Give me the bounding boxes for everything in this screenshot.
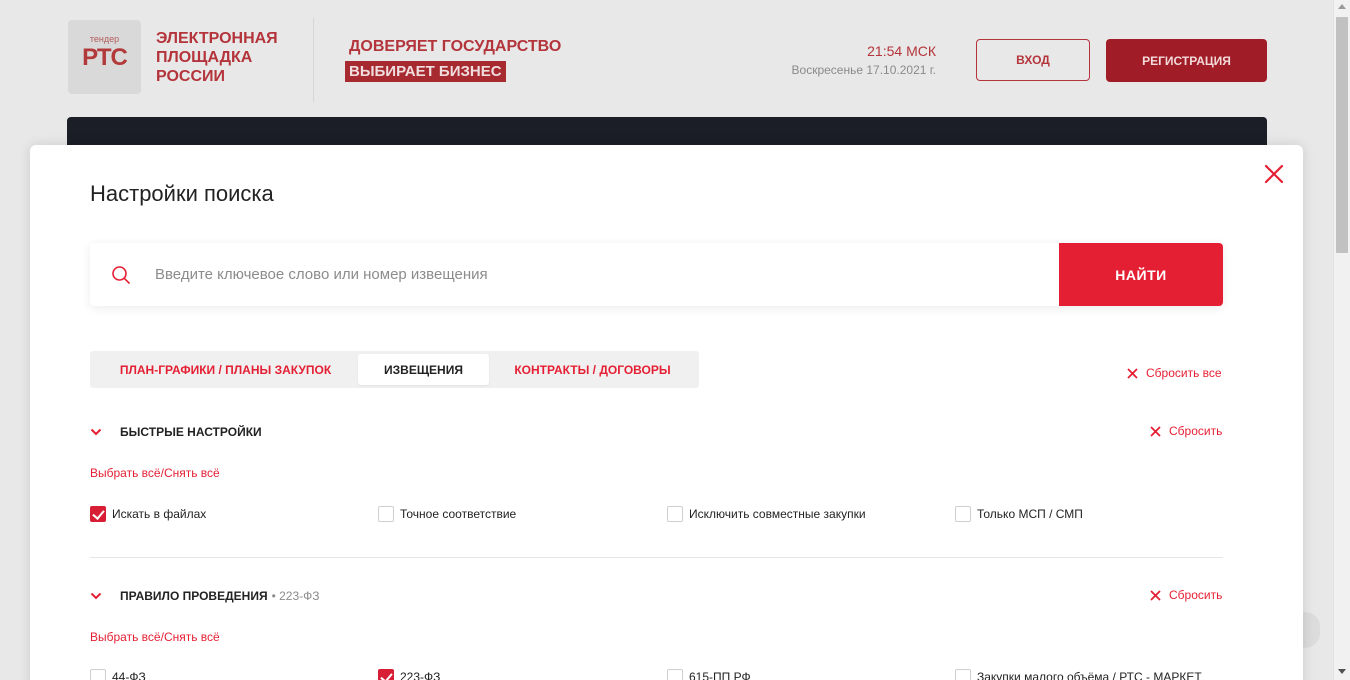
section-title: БЫСТРЫЕ НАСТРОЙКИ [120,425,262,439]
chevron-down-icon [90,428,102,436]
select-all-link[interactable]: Выбрать всё [90,630,161,644]
reset-section-link[interactable]: Сбросить [1150,588,1222,602]
checkbox-label: Только МСП / СМП [977,507,1083,521]
checkbox-exact-match[interactable]: Точное соответствие [378,506,516,522]
current-date: Воскресенье 17.10.2021 г. [791,63,936,77]
search-bar: НАЙТИ [90,243,1223,306]
checkbox[interactable] [90,669,106,680]
reset-all-label: Сбросить все [1146,366,1222,380]
site-logo[interactable]: тендер РТС [68,20,141,94]
checkbox-label: Точное соответствие [400,507,517,521]
close-icon [1150,589,1161,601]
checkbox-label: 223-ФЗ [400,670,441,680]
close-icon [1150,425,1161,437]
brand-line-1: ЭЛЕКТРОННАЯ [156,30,278,47]
section-subtitle: • 223-ФЗ [271,589,320,603]
tab-notices[interactable]: ИЗВЕЩЕНИЯ [358,354,489,385]
checkbox-checked[interactable] [90,506,106,522]
section-divider [90,557,1223,558]
category-tabs: ПЛАН-ГРАФИКИ / ПЛАНЫ ЗАКУПОК ИЗВЕЩЕНИЯ К… [90,351,699,388]
brand-line-2: ПЛОЩАДКА [156,49,253,66]
section-procurement-rule-header[interactable]: ПРАВИЛО ПРОВЕДЕНИЯ • 223-ФЗ [90,589,320,603]
checkbox-only-smp[interactable]: Только МСП / СМП [955,506,1083,522]
checkbox[interactable] [667,506,683,522]
page-scrollbar[interactable] [1333,0,1350,680]
reset-all-link[interactable]: Сбросить все [1127,366,1222,380]
section-quick-settings-header[interactable]: БЫСТРЫЕ НАСТРОЙКИ [90,425,262,439]
deselect-all-link[interactable]: Снять всё [164,630,220,644]
checkbox-checked[interactable] [378,669,394,680]
checkbox[interactable] [378,506,394,522]
tab-plans[interactable]: ПЛАН-ГРАФИКИ / ПЛАНЫ ЗАКУПОК [93,354,358,385]
slogan-line-1: ДОВЕРЯЕТ ГОСУДАРСТВО [349,38,562,55]
search-settings-modal: Настройки поиска НАЙТИ ПЛАН-ГРАФИКИ / ПЛ… [30,145,1303,680]
select-deselect-all: Выбрать всё/Снять всё [90,466,220,480]
checkbox-label: Закупки малого объёма / РТС - МАРКЕТ [977,670,1202,680]
checkbox-44fz[interactable]: 44-ФЗ [90,669,146,680]
current-time: 21:54 МСК [867,43,936,59]
reset-label: Сбросить [1169,588,1223,602]
quick-settings-options: Искать в файлах Точное соответствие Искл… [90,506,1223,524]
section-title: ПРАВИЛО ПРОВЕДЕНИЯ [120,589,268,603]
checkbox-search-in-files[interactable]: Искать в файлах [90,506,206,522]
scroll-thumb[interactable] [1336,17,1348,253]
reset-label: Сбросить [1169,424,1223,438]
tab-contracts[interactable]: КОНТРАКТЫ / ДОГОВОРЫ [492,354,693,385]
deselect-all-link[interactable]: Снять всё [164,466,220,480]
brand-name: ЭЛЕКТРОННАЯ ПЛОЩАДКА РОССИИ [156,29,278,86]
modal-title: Настройки поиска [90,181,274,206]
chevron-down-icon [90,592,102,600]
procurement-rule-options: 44-ФЗ 223-ФЗ 615-ПП РФ Закупки малого об… [90,669,1223,680]
login-button[interactable]: ВХОД [976,39,1090,81]
checkbox-small-volume[interactable]: Закупки малого объёма / РТС - МАРКЕТ [955,669,1202,680]
select-all-link[interactable]: Выбрать всё [90,466,161,480]
scroll-up-arrow-icon[interactable] [1338,4,1346,9]
reset-section-link[interactable]: Сбросить [1150,424,1222,438]
search-input[interactable] [155,259,1045,289]
scroll-down-arrow-icon[interactable] [1338,669,1346,674]
header-divider [313,18,314,102]
select-deselect-all: Выбрать всё/Снять всё [90,630,220,644]
checkbox-label: Искать в файлах [112,507,207,521]
checkbox[interactable] [667,669,683,680]
close-icon[interactable] [1262,162,1286,186]
checkbox-223fz[interactable]: 223-ФЗ [378,669,440,680]
checkbox-label: 615-ПП РФ [689,670,751,680]
slogan-line-2: ВЫБИРАЕТ БИЗНЕС [345,61,506,82]
search-icon [112,266,130,284]
checkbox-label: 44-ФЗ [112,670,146,680]
logo-small-text: тендер [89,34,120,44]
checkbox[interactable] [955,669,971,680]
find-button[interactable]: НАЙТИ [1059,243,1223,306]
checkbox-label: Исключить совместные закупки [689,507,866,521]
checkbox-exclude-joint[interactable]: Исключить совместные закупки [667,506,866,522]
logo-big-text: РТС [82,44,128,71]
brand-line-3: РОССИИ [156,68,226,85]
checkbox[interactable] [955,506,971,522]
checkbox-615pp[interactable]: 615-ПП РФ [667,669,751,680]
register-button[interactable]: РЕГИСТРАЦИЯ [1106,39,1267,82]
close-icon [1127,367,1138,379]
